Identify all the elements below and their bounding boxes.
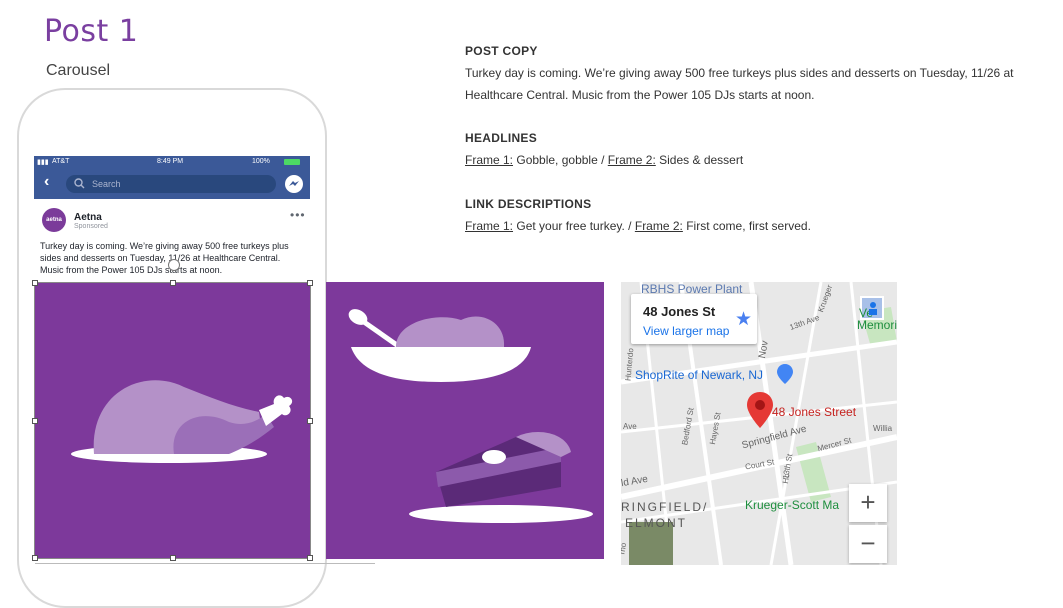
post-copy-line: Healthcare Central. Music from the Power…	[465, 88, 815, 102]
frame-2-label: Frame 2:	[634, 219, 683, 233]
divider	[35, 563, 375, 564]
resize-handle[interactable]	[307, 418, 313, 424]
neighborhood-belmont: ELMONT	[625, 516, 688, 530]
place-shoprite[interactable]: ShopRite of Newark, NJ	[635, 368, 763, 382]
zoom-in-button[interactable]: +	[849, 484, 887, 522]
more-options-icon[interactable]: •••	[290, 208, 306, 222]
sides-dessert-icon	[348, 309, 593, 523]
battery-label: 100%	[252, 158, 270, 165]
link-descriptions-text: Frame 1: Get your free turkey. / Frame 2…	[465, 215, 811, 237]
post-copy-text: Turkey day is coming. We’re giving away …	[465, 62, 1014, 106]
page-title: Post 1	[44, 14, 139, 49]
battery-icon	[284, 159, 300, 165]
zoom-out-button[interactable]: −	[849, 525, 887, 563]
street-view-pegman-icon[interactable]	[865, 300, 881, 316]
post-copy-heading: POST COPY	[465, 44, 538, 58]
avatar[interactable]: aetna	[42, 208, 66, 232]
resize-handle[interactable]	[32, 555, 38, 561]
street-label: Ave	[623, 422, 637, 431]
headlines-heading: HEADLINES	[465, 131, 538, 145]
sponsored-label: Sponsored	[74, 223, 108, 230]
resize-handle[interactable]	[32, 418, 38, 424]
rotate-handle-icon[interactable]	[168, 259, 180, 271]
carousel-slide-sides-dessert[interactable]	[326, 282, 604, 559]
post-copy-line: Turkey day is coming. We’re giving away …	[465, 66, 1014, 80]
resize-handle[interactable]	[307, 280, 313, 286]
frame-1-label: Frame 1:	[465, 219, 514, 233]
place-park[interactable]: Krueger-Scott Ma	[745, 498, 839, 512]
facebook-header: ‹ Search	[34, 169, 310, 199]
pin-label[interactable]: 48 Jones Street	[772, 405, 856, 419]
save-star-icon[interactable]: ★	[735, 308, 752, 331]
status-bar: ▮▮▮ AT&T 8:49 PM 100%	[34, 156, 310, 169]
resize-handle[interactable]	[307, 555, 313, 561]
frame-2-label: Frame 2:	[607, 153, 656, 167]
frame-2-headline: Sides & dessert	[659, 153, 744, 167]
advertiser-name[interactable]: Aetna	[74, 212, 102, 223]
search-icon	[74, 178, 85, 189]
map-card-title: 48 Jones St	[643, 304, 716, 319]
signal-icon: ▮▮▮	[37, 159, 49, 166]
map-info-card: 48 Jones St View larger map ★	[631, 294, 757, 344]
resize-handle[interactable]	[170, 555, 176, 561]
street-label: Ho	[780, 472, 792, 485]
search-input[interactable]: Search	[66, 175, 276, 193]
location-pin-icon[interactable]	[747, 392, 773, 428]
headlines-text: Frame 1: Gobble, gobble / Frame 2: Sides…	[465, 149, 743, 171]
embedded-map[interactable]: RBHS Power Plant Ve Memorial P ShopRite …	[621, 282, 897, 565]
street-label: Willia	[873, 424, 893, 433]
resize-handle[interactable]	[170, 280, 176, 286]
place-memorial[interactable]: Memorial P	[857, 318, 897, 332]
carrier-label: AT&T	[52, 158, 70, 165]
frame-2-description: First come, first served.	[686, 219, 811, 233]
frame-1-description: Get your free turkey. /	[516, 219, 632, 233]
shopping-pin-icon[interactable]	[777, 364, 793, 384]
back-arrow-icon[interactable]: ‹	[44, 173, 49, 191]
clock-label: 8:49 PM	[157, 158, 184, 165]
link-descriptions-heading: LINK DESCRIPTIONS	[465, 197, 592, 211]
messenger-icon[interactable]	[285, 175, 303, 193]
post-format-label: Carousel	[46, 62, 111, 79]
frame-1-headline: Gobble, gobble /	[516, 153, 605, 167]
resize-handle[interactable]	[32, 280, 38, 286]
frame-1-label: Frame 1:	[465, 153, 514, 167]
search-placeholder: Search	[92, 179, 121, 189]
selection-frame	[32, 259, 313, 561]
view-larger-map-link[interactable]: View larger map	[643, 324, 729, 338]
neighborhood-springfield: RINGFIELD/	[621, 500, 709, 514]
